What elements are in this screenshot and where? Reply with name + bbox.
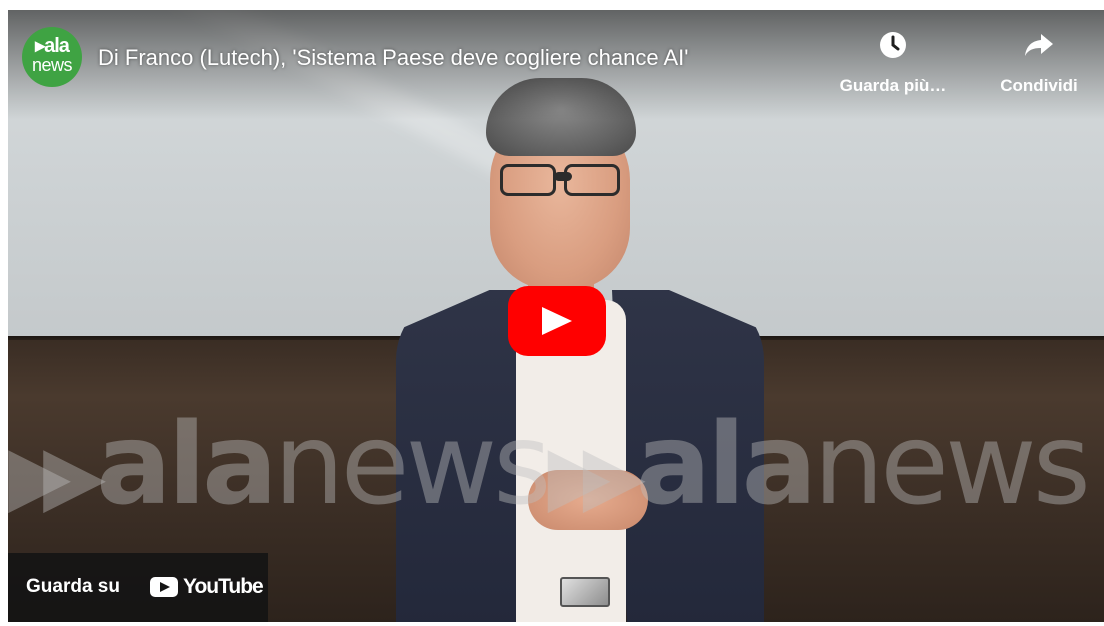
watch-on-label: Guarda su [26, 576, 120, 597]
channel-avatar[interactable]: ▸ala news [22, 27, 82, 87]
glasses [496, 160, 624, 196]
youtube-logo-icon [150, 577, 178, 597]
channel-logo-line2: news [31, 55, 73, 75]
share-arrow-icon [984, 30, 1094, 60]
belt-buckle [560, 577, 610, 607]
watch-later-button[interactable]: Guarda più… [838, 30, 948, 96]
video-player[interactable]: ▶▶ alanews▶▶ alanews ▸ala news Di Franco (… [8, 10, 1104, 622]
watch-on-youtube-button[interactable]: Guarda su YouTube [8, 553, 268, 622]
watch-later-label: Guarda più… [839, 76, 947, 95]
video-title[interactable]: Di Franco (Lutech), 'Sistema Paese deve … [98, 44, 688, 72]
clock-icon [838, 30, 948, 60]
youtube-wordmark: YouTube [183, 575, 264, 598]
play-icon [542, 307, 572, 335]
play-button[interactable] [508, 286, 606, 356]
share-label: Condividi [1000, 76, 1078, 95]
share-button[interactable]: Condividi [984, 30, 1094, 96]
hands [528, 470, 648, 530]
channel-logo-line1: ▸ala [35, 35, 70, 57]
